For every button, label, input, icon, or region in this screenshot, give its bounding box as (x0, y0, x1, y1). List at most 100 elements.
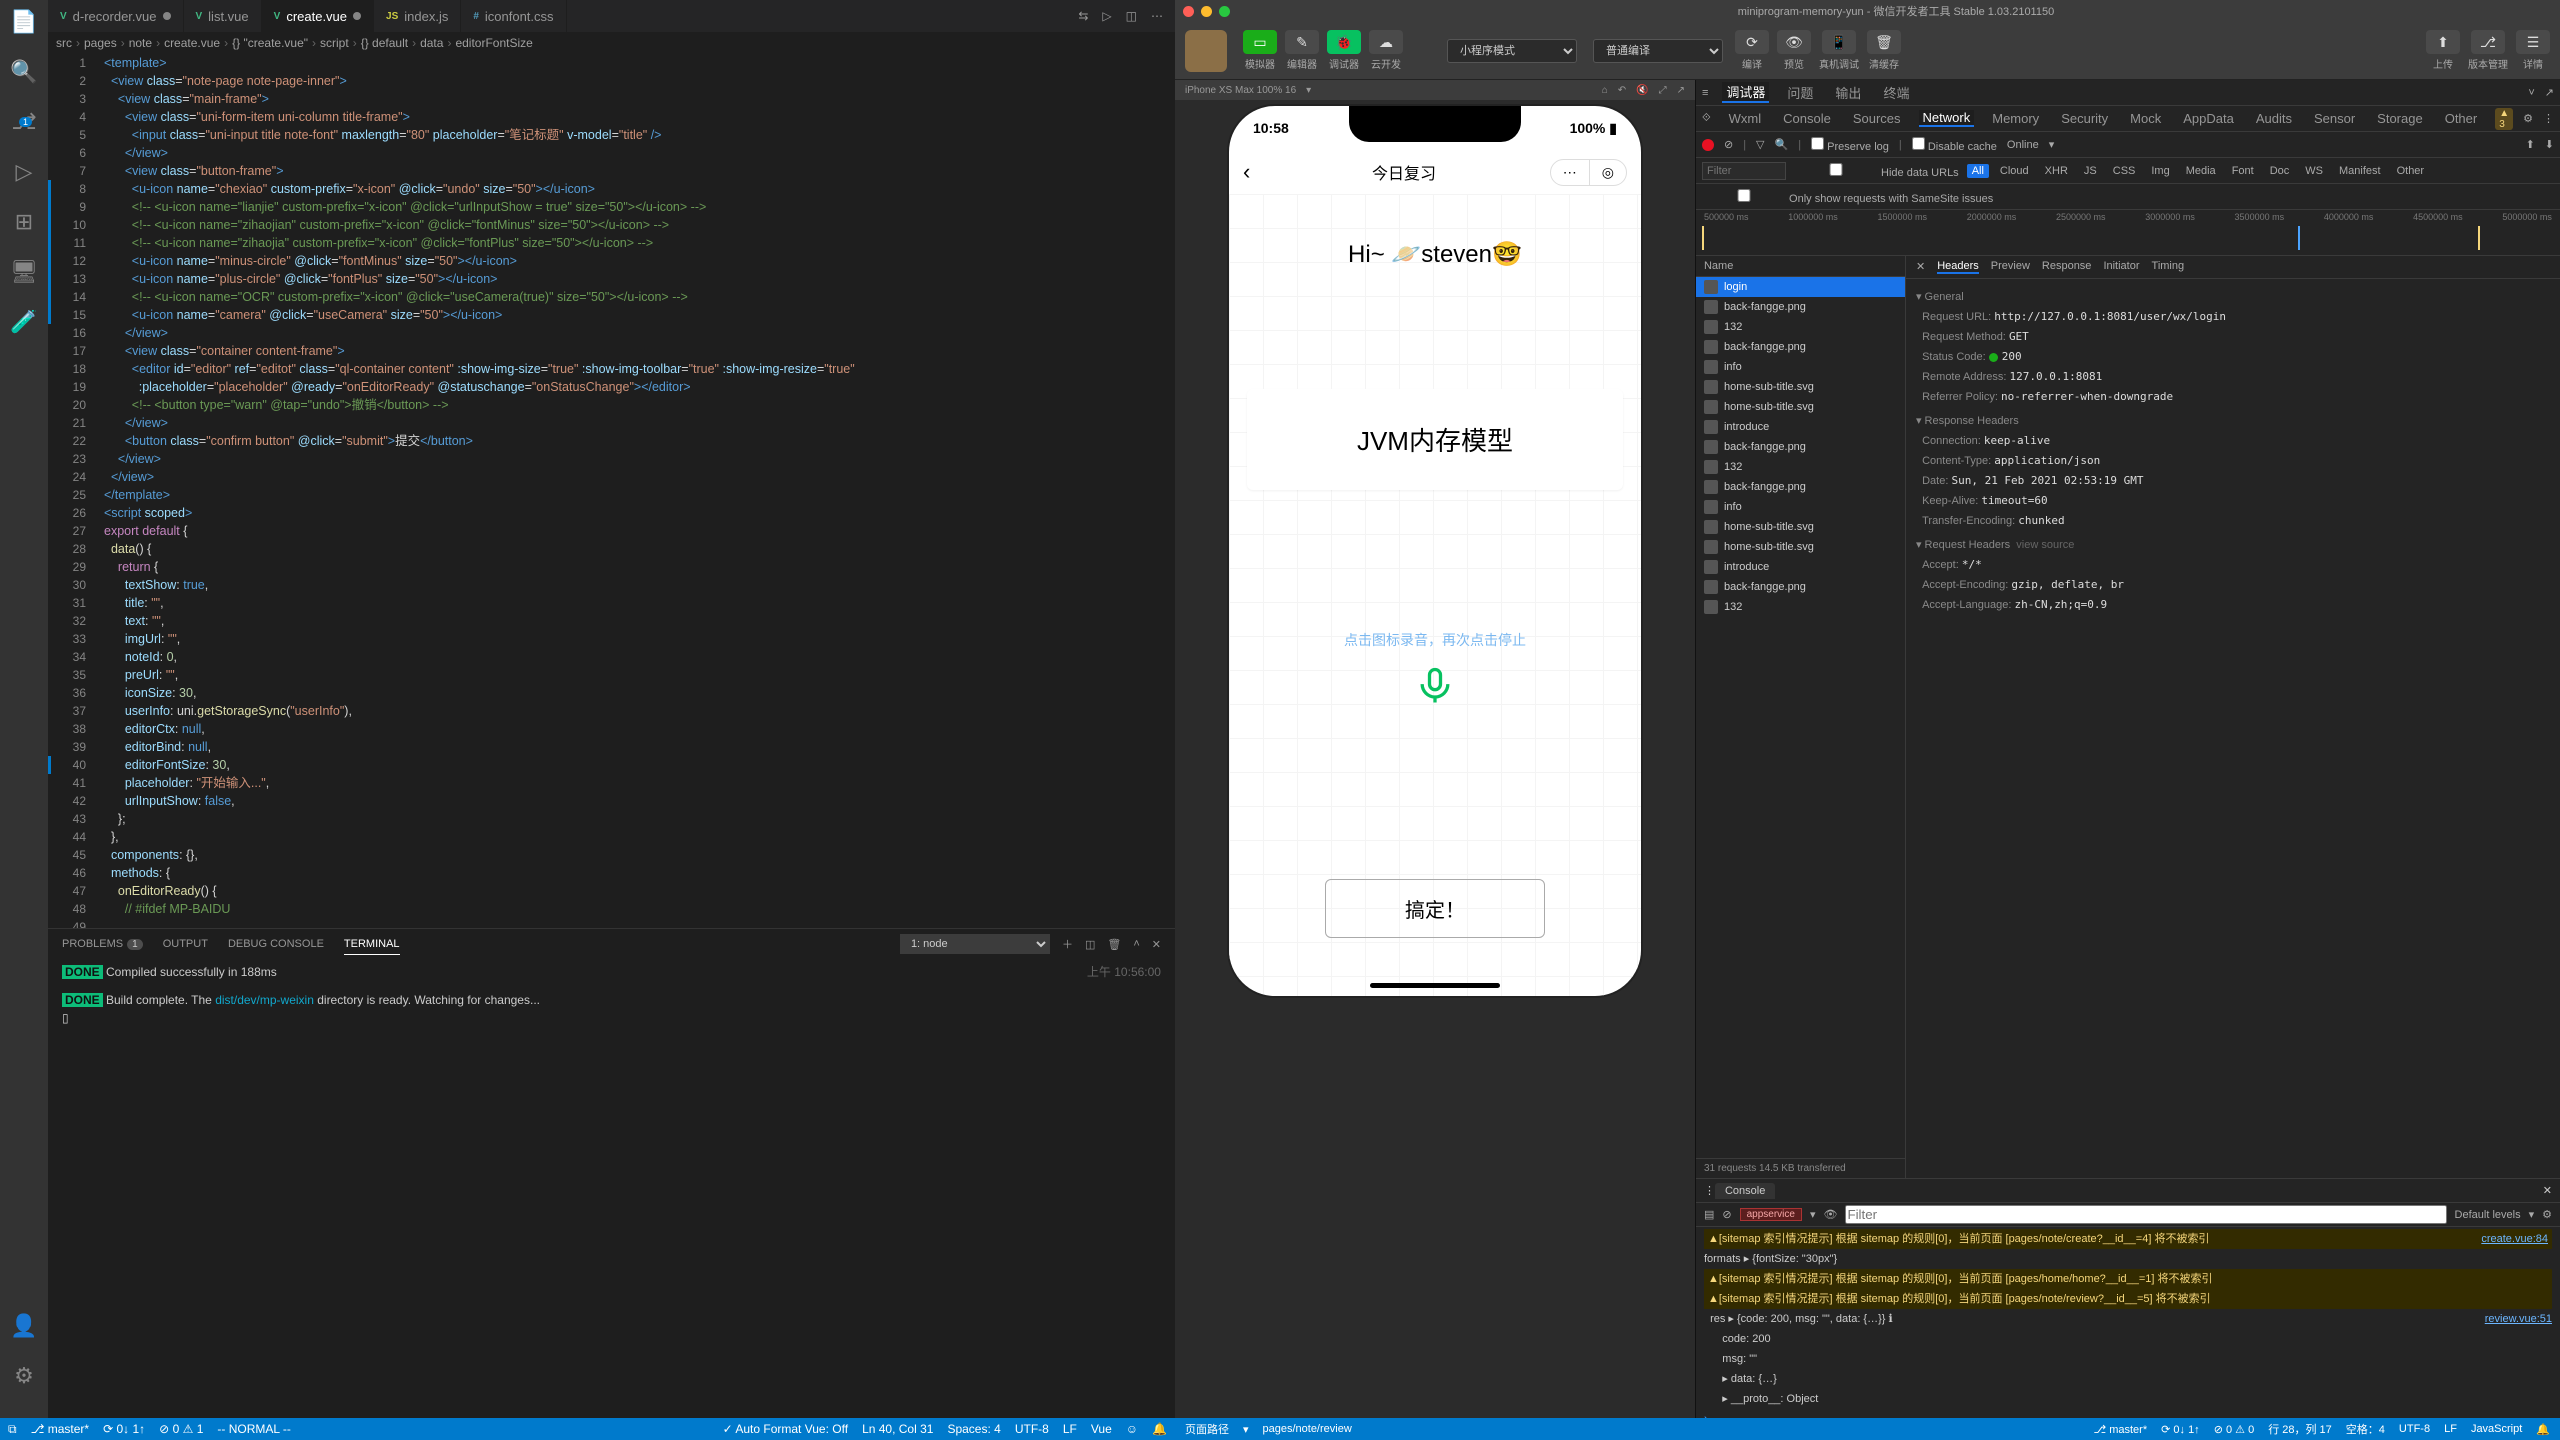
log-levels[interactable]: Default levels (2455, 1209, 2521, 1221)
remote-debug-btn[interactable]: 📱真机调试 (1819, 30, 1859, 71)
terminal-select[interactable]: 1: node (900, 934, 1050, 954)
encoding[interactable]: UTF-8 (1015, 1422, 1049, 1436)
new-terminal-icon[interactable]: ＋ (1062, 936, 1073, 952)
eol[interactable]: LF (1063, 1422, 1077, 1436)
dock-icon[interactable]: ≡ (1702, 87, 1708, 99)
console-tab[interactable]: Console (1715, 1183, 1775, 1199)
detail-tab-initiator[interactable]: Initiator (2103, 260, 2139, 274)
filter-chip[interactable]: Other (2392, 164, 2430, 178)
filter-chip[interactable]: Font (2227, 164, 2259, 178)
dt-tab-output[interactable]: 输出 (1831, 83, 1865, 102)
breadcrumb-item[interactable]: {} default (361, 36, 408, 50)
breadcrumbs[interactable]: src › pages › note › create.vue › {} "cr… (48, 32, 1175, 54)
hide-data-urls[interactable]: Hide data URLs (1794, 163, 1959, 179)
close-window-icon[interactable] (1183, 6, 1194, 17)
request-row[interactable]: info (1696, 357, 1905, 377)
tab-debug-console[interactable]: DEBUG CONSOLE (228, 934, 324, 954)
more-icon[interactable]: ⋯ (1151, 9, 1163, 23)
clear-cache-btn[interactable]: 🗑清缓存 (1867, 30, 1901, 71)
split-terminal-icon[interactable]: ◫ (1085, 938, 1095, 951)
filter-chip[interactable]: JS (2079, 164, 2102, 178)
request-row[interactable]: back-fangge.png (1696, 337, 1905, 357)
debug-icon[interactable]: ▷ (12, 160, 36, 184)
remote-indicator[interactable]: ⧉ (8, 1422, 17, 1437)
sim-home-icon[interactable]: ⌂ (1602, 85, 1608, 96)
search-icon[interactable]: 🔍 (12, 60, 36, 84)
test-icon[interactable]: 🧪 (12, 310, 36, 334)
panel-sources[interactable]: Sources (1849, 111, 1905, 126)
project-avatar[interactable] (1185, 30, 1227, 72)
minimap[interactable] (1111, 54, 1175, 928)
account-icon[interactable]: 👤 (12, 1314, 36, 1338)
collapse-icon[interactable]: ˅ (2528, 87, 2534, 99)
device-label[interactable]: iPhone XS Max 100% 16 (1185, 85, 1296, 96)
extensions-icon[interactable]: ⊞ (12, 210, 36, 234)
editor-tab[interactable]: Vlist.vue (184, 0, 262, 32)
upload-btn[interactable]: ⬆上传 (2426, 30, 2460, 71)
source-link[interactable]: review.vue:51 (2485, 1309, 2552, 1329)
editor-tab[interactable]: JSindex.js (374, 0, 461, 32)
toggle-editor[interactable]: ✎编辑器 (1285, 30, 1319, 71)
live-expr-icon[interactable]: 👁 (1823, 1208, 1837, 1221)
filter-chip[interactable]: WS (2300, 164, 2328, 178)
git-sync[interactable]: ⟳ 0↓ 1↑ (103, 1422, 145, 1436)
detail-tab-headers[interactable]: Headers (1937, 260, 1979, 274)
tab-problems[interactable]: PROBLEMS1 (62, 934, 143, 954)
context-select[interactable]: appservice (1740, 1208, 1802, 1221)
filter-chip[interactable]: Img (2146, 164, 2174, 178)
console-output[interactable]: ▲ [sitemap 索引情况提示] 根据 sitemap 的规则[0]，当前页… (1696, 1227, 2560, 1418)
request-row[interactable]: home-sub-title.svg (1696, 397, 1905, 417)
page-path[interactable]: pages/note/review (1263, 1423, 1352, 1435)
editor-tab[interactable]: Vcreate.vue (262, 0, 374, 32)
panel-console[interactable]: Console (1779, 111, 1835, 126)
request-row[interactable]: introduce (1696, 417, 1905, 437)
panel-memory[interactable]: Memory (1988, 111, 2043, 126)
detail-tab-response[interactable]: Response (2042, 260, 2092, 274)
sim-back-icon[interactable]: ↶ (1618, 85, 1626, 96)
request-row[interactable]: introduce (1696, 557, 1905, 577)
section-request-headers[interactable]: ▾ Request Headers view source (1916, 535, 2550, 555)
wx-encoding[interactable]: UTF-8 (2399, 1423, 2430, 1435)
app-screen[interactable]: Hi~ 🪐steven🤓 JVM内存模型 点击图标录音，再次点击停止 搞定！ (1229, 194, 1641, 996)
tab-terminal[interactable]: TERMINAL (344, 934, 400, 955)
terminal[interactable]: DONE Compiled successfully in 188ms上午 10… (48, 959, 1175, 1418)
review-card[interactable]: JVM内存模型 (1247, 389, 1623, 490)
request-row[interactable]: 132 (1696, 597, 1905, 617)
request-row[interactable]: back-fangge.png (1696, 477, 1905, 497)
version-btn[interactable]: ⎇版本管理 (2468, 30, 2508, 71)
run-icon[interactable]: ▷ (1102, 9, 1111, 23)
request-row[interactable]: home-sub-title.svg (1696, 537, 1905, 557)
compile-btn[interactable]: ⟳编译 (1735, 30, 1769, 71)
console-sidebar-icon[interactable]: ▤ (1704, 1208, 1714, 1221)
search-icon[interactable]: 🔍 (1775, 138, 1789, 151)
console-clear-icon[interactable]: ⊘ (1722, 1208, 1731, 1221)
close-detail-icon[interactable]: ✕ (1916, 260, 1925, 274)
filter-chip[interactable]: Manifest (2334, 164, 2386, 178)
network-timeline[interactable]: 500000 ms1000000 ms1500000 ms2000000 ms2… (1696, 210, 2560, 256)
source-link[interactable]: create.vue:84 (2481, 1229, 2548, 1249)
detail-tab-timing[interactable]: Timing (2152, 260, 2185, 274)
split-compare-icon[interactable]: ⇆ (1078, 9, 1088, 23)
feedback-icon[interactable]: ☺ (1126, 1422, 1138, 1436)
panel-other[interactable]: Other (2441, 111, 2482, 126)
close-panel-icon[interactable]: ✕ (1152, 938, 1161, 951)
name-column-header[interactable]: Name (1696, 256, 1905, 277)
request-row[interactable]: login (1696, 277, 1905, 297)
section-general[interactable]: ▾ General (1916, 287, 2550, 307)
breadcrumb-item[interactable]: editorFontSize (455, 36, 532, 50)
console-menu-icon[interactable]: ⋮ (1704, 1184, 1715, 1197)
toggle-debugger[interactable]: 🐞调试器 (1327, 30, 1361, 71)
console-settings-icon[interactable]: ⚙ (2542, 1208, 2552, 1221)
net-download-icon[interactable]: ⬇ (2545, 138, 2554, 151)
wx-indent[interactable]: 空格：4 (2346, 1421, 2385, 1437)
split-editor-icon[interactable]: ◫ (1126, 9, 1137, 23)
detail-tab-preview[interactable]: Preview (1991, 260, 2030, 274)
maximize-panel-icon[interactable]: ˄ (1133, 938, 1139, 950)
wx-bell-icon[interactable]: 🔔 (2536, 1423, 2550, 1436)
remote-icon[interactable]: 🖥 (12, 260, 36, 284)
filter-chip[interactable]: Media (2181, 164, 2221, 178)
request-row[interactable]: 132 (1696, 457, 1905, 477)
panel-wxml[interactable]: Wxml (1725, 111, 1766, 126)
filter-chip[interactable]: XHR (2040, 164, 2073, 178)
dt-settings-icon[interactable]: ⚙ (2523, 112, 2533, 125)
